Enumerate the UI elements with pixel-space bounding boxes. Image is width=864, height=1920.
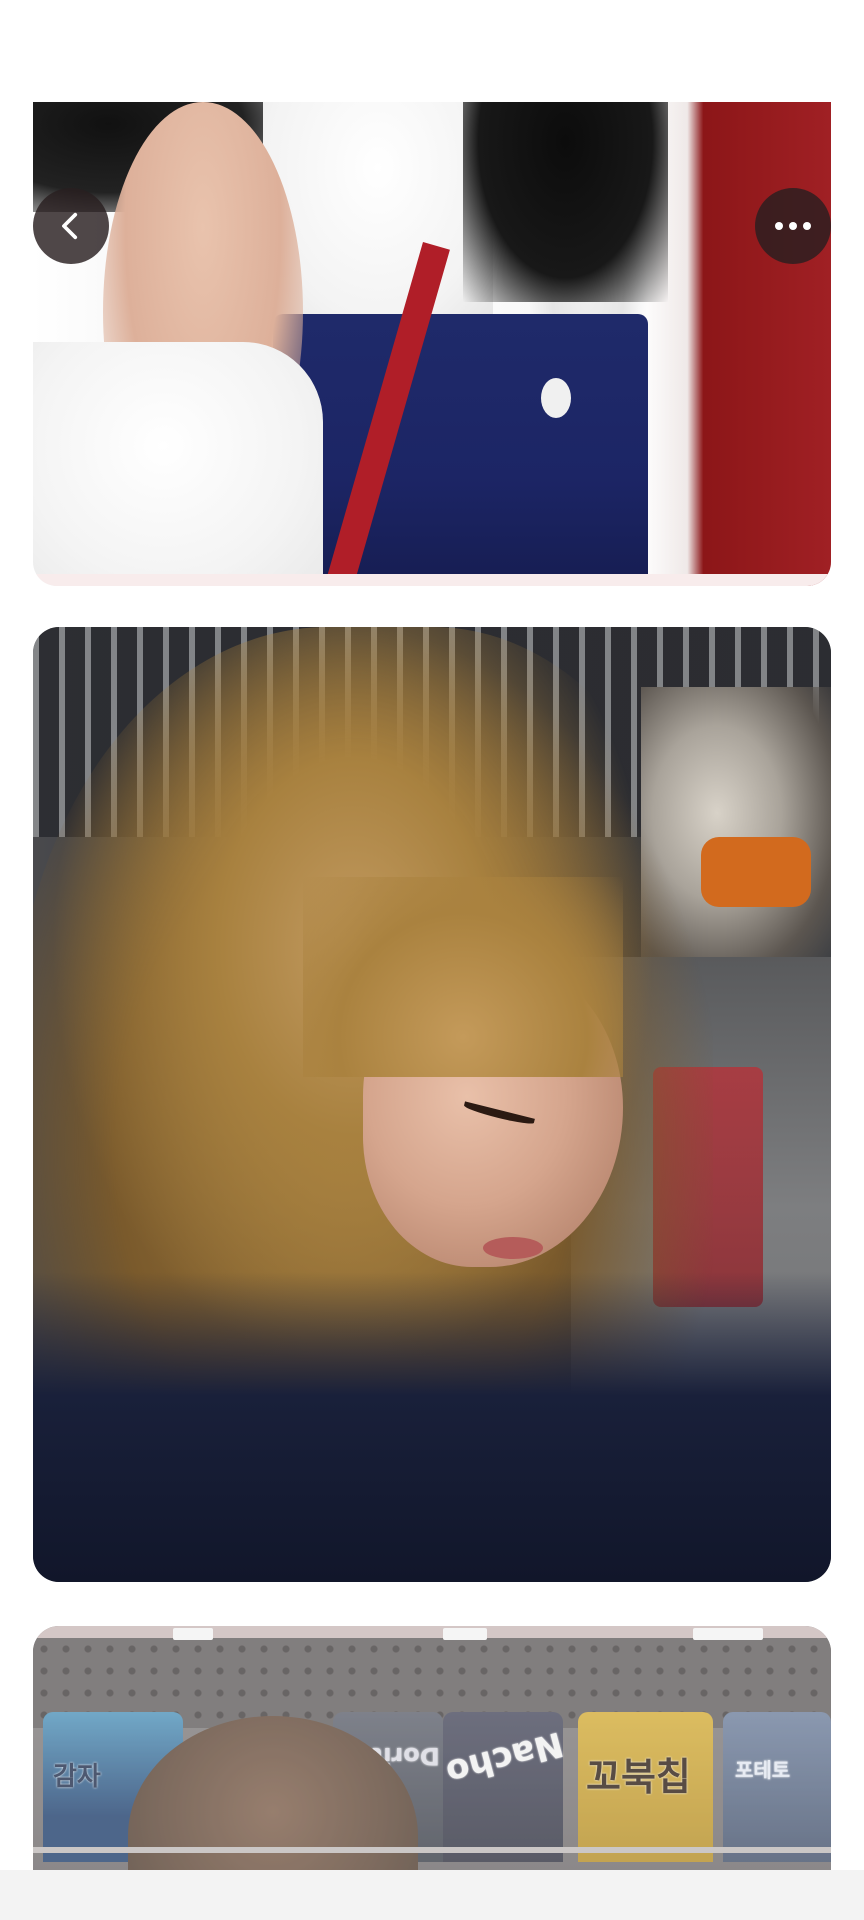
photo-detail: [701, 837, 811, 907]
feed-photo-2[interactable]: [33, 627, 831, 1582]
photo-detail: [483, 1237, 543, 1259]
photo-detail: [463, 102, 668, 302]
photo-detail: [33, 1272, 831, 1582]
photo-detail: [303, 877, 623, 1077]
more-options-button[interactable]: [755, 188, 831, 264]
feed-photo-1[interactable]: [33, 102, 831, 586]
photo-detail: [33, 574, 831, 586]
photo-detail: [273, 314, 648, 586]
status-bar-area: [0, 0, 864, 100]
photo-detail: [541, 378, 571, 418]
chevron-left-icon: [62, 212, 78, 240]
bottom-fade: [0, 1870, 864, 1920]
more-horizontal-icon: [775, 222, 811, 230]
back-button[interactable]: [33, 188, 109, 264]
photo-detail: [33, 1626, 831, 1871]
photo-detail: [33, 342, 323, 586]
feed-photo-3[interactable]: 감자 Doritos Nacho 꼬북칩 포테토: [33, 1626, 831, 1871]
